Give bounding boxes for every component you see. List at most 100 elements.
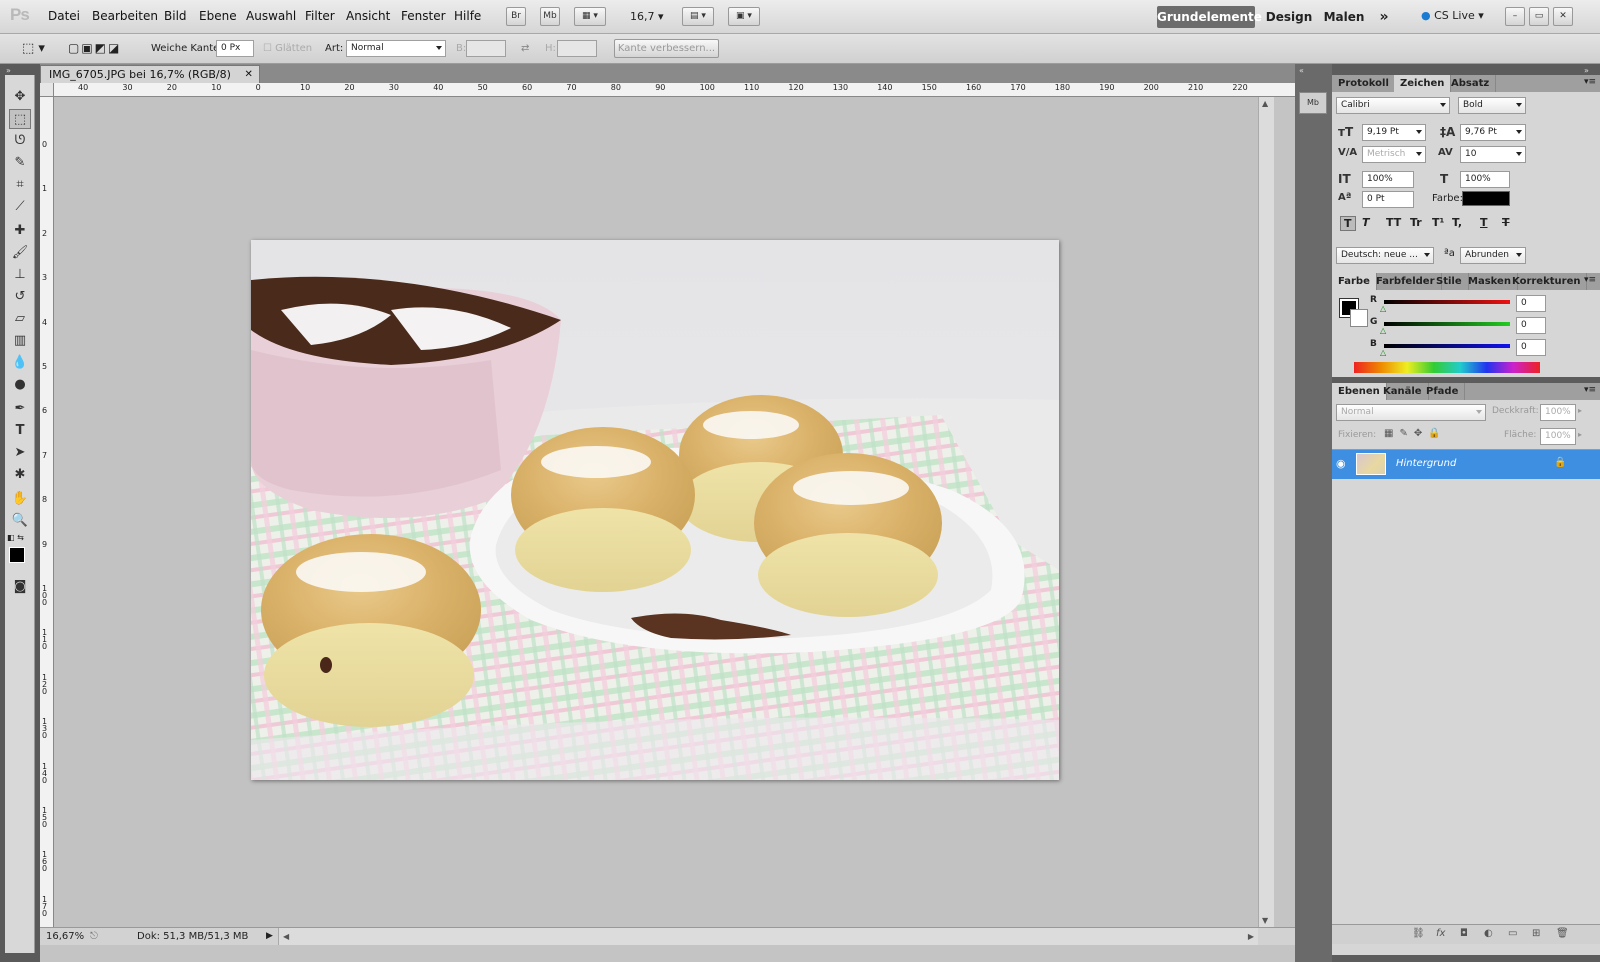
quick-selection-tool-icon[interactable]: ✎ [9, 153, 31, 173]
channel-r-input[interactable]: 0 [1516, 295, 1546, 312]
layer-row-hintergrund[interactable]: ◉ Hintergrund 🔒 [1332, 450, 1600, 479]
style-dropdown[interactable]: Normal [346, 40, 446, 57]
faux-italic-button[interactable]: T [1362, 216, 1370, 229]
layer-style-icon[interactable]: fx [1436, 928, 1445, 939]
hand-tool-icon[interactable]: ✋ [9, 489, 31, 509]
font-style-dropdown[interactable]: Bold [1458, 97, 1526, 114]
horizontal-ruler[interactable]: 40 30 20 10 0 10 20 30 40 50 60 70 80 90 100 110 120 130 1… [54, 83, 1295, 97]
marquee-tool-icon[interactable]: ⬚ [9, 109, 31, 129]
lasso-tool-icon[interactable]: ᘎ [9, 131, 31, 151]
canvas-area[interactable] [54, 97, 1258, 927]
baseline-shift-input[interactable]: 0 Pt [1362, 191, 1414, 208]
layer-mask-icon[interactable]: ◘ [1460, 928, 1468, 939]
mini-bridge-panel-icon[interactable]: Mb [1299, 92, 1327, 114]
minimize-button[interactable]: – [1505, 7, 1525, 26]
feather-input[interactable]: 0 Px [216, 40, 254, 57]
link-layers-icon[interactable]: ⛓ [1412, 928, 1425, 939]
new-layer-icon[interactable]: ⊞ [1532, 928, 1540, 939]
path-selection-tool-icon[interactable]: ➤ [9, 443, 31, 463]
collapse-tools-icon[interactable]: » [6, 66, 11, 75]
scroll-up-icon[interactable]: ▲ [1262, 99, 1268, 108]
kerning-dropdown[interactable]: Metrisch [1362, 146, 1426, 163]
menu-ansicht[interactable]: Ansicht [346, 9, 390, 23]
layers-panel-menu-icon[interactable]: ▾≡ [1584, 385, 1596, 395]
menu-fenster[interactable]: Fenster [401, 9, 446, 23]
foreground-color-swatch[interactable] [9, 547, 25, 563]
faux-bold-button[interactable]: T [1340, 216, 1356, 231]
history-brush-tool-icon[interactable]: ↺ [9, 287, 31, 307]
expand-strip-icon[interactable]: « [1299, 66, 1304, 75]
workspace-malen[interactable]: Malen [1322, 6, 1366, 28]
maximize-button[interactable]: ▭ [1529, 7, 1549, 26]
swap-dimensions-icon[interactable]: ⇄ [521, 43, 529, 54]
vertical-scale-input[interactable]: 100% [1362, 171, 1414, 188]
menu-auswahl[interactable]: Auswahl [246, 9, 296, 23]
color-panel-menu-icon[interactable]: ▾≡ [1584, 275, 1596, 285]
layer-visibility-eye-icon[interactable]: ◉ [1336, 457, 1346, 470]
channel-g-handle-icon[interactable]: △ [1380, 326, 1386, 335]
antialiasing-dropdown[interactable]: Abrunden [1460, 247, 1526, 264]
tab-pfade[interactable]: Pfade [1420, 383, 1466, 400]
vertical-ruler[interactable]: 0 1 2 3 4 5 6 7 8 9 100 110 120 130 140 150 160 170 [40, 97, 54, 932]
move-tool-icon[interactable]: ✥ [9, 87, 31, 107]
fill-input[interactable]: 100% [1540, 428, 1576, 445]
eyedropper-tool-icon[interactable]: ⟋ [9, 197, 31, 217]
superscript-button[interactable]: T¹ [1432, 216, 1444, 229]
status-info-icon[interactable]: ⎋ [90, 928, 98, 945]
workspace-design[interactable]: Design [1264, 6, 1314, 28]
all-caps-button[interactable]: TT [1386, 216, 1401, 229]
channel-b-slider[interactable] [1384, 344, 1510, 348]
tracking-input[interactable]: 10 [1460, 146, 1526, 163]
default-colors-icon[interactable]: ◧ ⇆ [7, 533, 24, 542]
crop-tool-icon[interactable]: ⌗ [9, 175, 31, 195]
tab-zeichen[interactable]: Zeichen [1394, 75, 1452, 92]
type-tool-icon[interactable]: T [9, 421, 31, 441]
subscript-button[interactable]: T, [1452, 216, 1462, 229]
quick-mask-icon[interactable]: ◙ [9, 577, 31, 597]
bridge-button[interactable]: Br [506, 7, 526, 26]
custom-shape-tool-icon[interactable]: ✱ [9, 465, 31, 485]
text-color-swatch[interactable] [1462, 191, 1510, 206]
channel-g-slider[interactable] [1384, 322, 1510, 326]
document-image[interactable] [251, 240, 1059, 780]
blur-tool-icon[interactable]: 💧 [9, 353, 31, 373]
channel-r-handle-icon[interactable]: △ [1380, 304, 1386, 313]
channel-b-handle-icon[interactable]: △ [1380, 348, 1386, 357]
layer-name[interactable]: Hintergrund [1396, 458, 1456, 469]
close-document-icon[interactable]: ✕ [245, 66, 253, 83]
document-tab[interactable]: IMG_6705.JPG bei 16,7% (RGB/8) ✕ [40, 65, 260, 83]
vertical-scrollbar[interactable]: ▲ ▼ [1258, 97, 1274, 927]
brush-tool-icon[interactable]: 🖌 [9, 243, 31, 263]
menu-ebene[interactable]: Ebene [199, 9, 237, 23]
pen-tool-icon[interactable]: ✒ [9, 399, 31, 419]
channel-b-input[interactable]: 0 [1516, 339, 1546, 356]
selection-mode-icons[interactable]: ▢▣◩◪ [68, 41, 121, 55]
dodge-tool-icon[interactable]: ● [9, 375, 31, 395]
status-menu-arrow-icon[interactable]: ▶ [266, 928, 273, 945]
delete-layer-icon[interactable]: 🗑 [1556, 928, 1569, 939]
horizontal-scrollbar[interactable]: ◀ ▶ [278, 928, 1258, 945]
tab-protokoll[interactable]: Protokoll [1332, 75, 1396, 92]
tool-preset-picker[interactable]: ⬚ ▾ [22, 41, 45, 56]
healing-brush-tool-icon[interactable]: ✚ [9, 221, 31, 241]
workspace-grundelemente[interactable]: Grundelemente [1157, 6, 1262, 28]
zoom-level-dropdown[interactable]: 16,7 ▾ [630, 10, 664, 23]
channel-r-slider[interactable] [1384, 300, 1510, 304]
ruler-origin[interactable] [40, 83, 54, 97]
eraser-tool-icon[interactable]: ▱ [9, 309, 31, 329]
opacity-arrow-icon[interactable]: ▸ [1578, 406, 1582, 415]
tab-korrekturen[interactable]: Korrekturen [1506, 273, 1588, 290]
font-size-input[interactable]: 9,19 Pt [1362, 124, 1426, 141]
scroll-down-icon[interactable]: ▼ [1262, 916, 1268, 925]
height-input[interactable] [557, 40, 597, 57]
panel-menu-icon[interactable]: ▾≡ [1584, 77, 1596, 87]
minibridge-button[interactable]: Mb [540, 7, 560, 26]
scroll-right-icon[interactable]: ▶ [1248, 928, 1254, 945]
menu-datei[interactable]: Datei [48, 9, 80, 23]
arrange-documents-button[interactable]: ▤ ▾ [682, 7, 714, 26]
opacity-input[interactable]: 100% [1540, 404, 1576, 421]
zoom-status[interactable]: 16,67% [46, 928, 84, 945]
refine-edge-button[interactable]: Kante verbessern... [614, 39, 719, 58]
clone-stamp-tool-icon[interactable]: ⊥ [9, 265, 31, 285]
more-workspaces-icon[interactable]: » [1374, 6, 1394, 28]
